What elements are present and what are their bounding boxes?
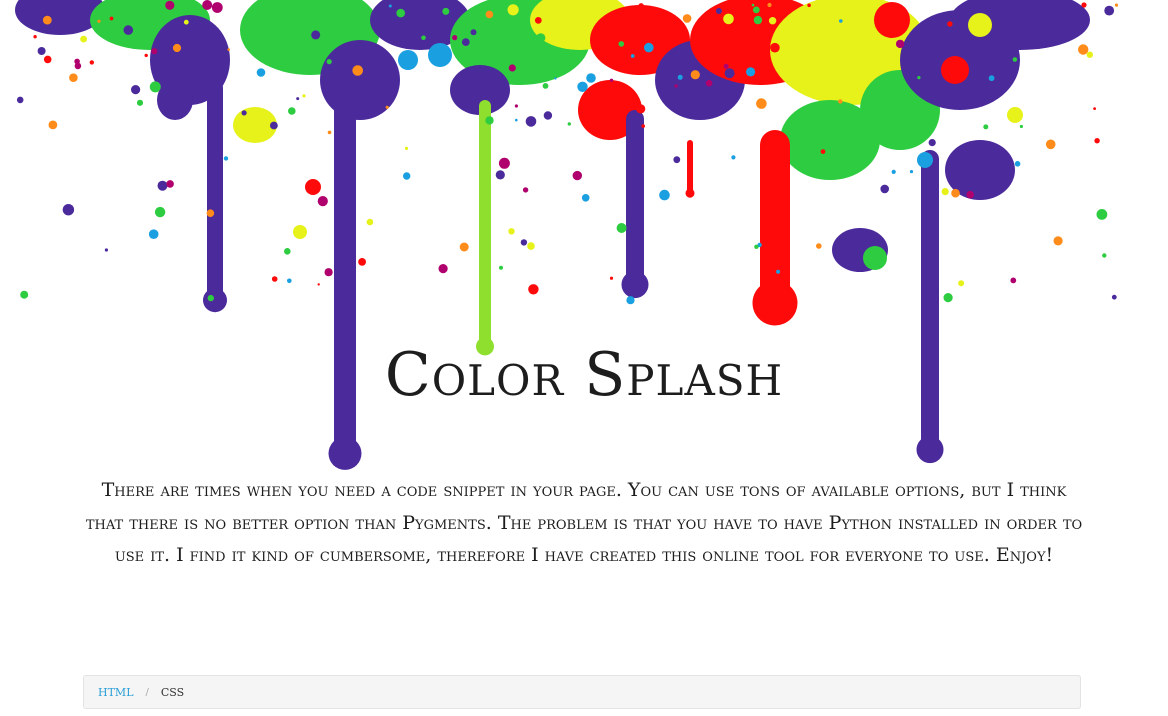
breadcrumb: HTML / CSS bbox=[83, 675, 1081, 709]
breadcrumb-css-active: CSS bbox=[160, 685, 185, 699]
intro-paragraph: There are times when you need a code sni… bbox=[85, 479, 1083, 566]
page-title: Color Splash bbox=[384, 340, 784, 410]
breadcrumb-separator: / bbox=[145, 686, 149, 698]
breadcrumb-html-link[interactable]: HTML bbox=[98, 686, 134, 699]
